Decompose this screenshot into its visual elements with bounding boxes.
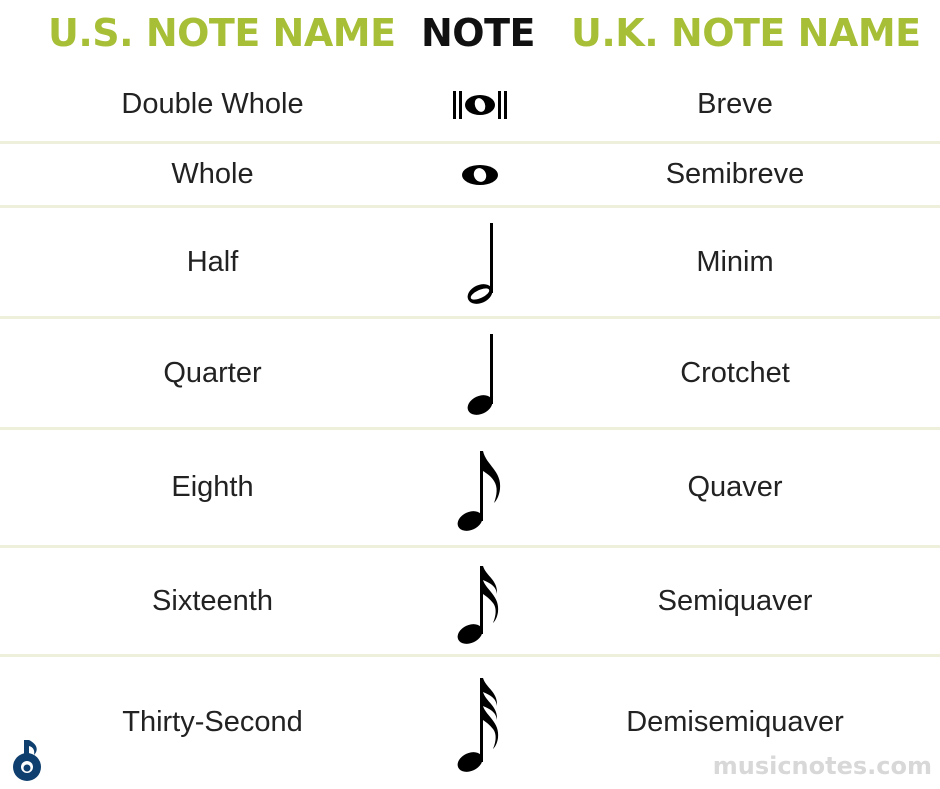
- uk-name-cell: Semiquaver: [657, 584, 813, 617]
- quarter-note-icon: [425, 319, 535, 427]
- whole-note-icon: [425, 144, 535, 205]
- us-note-name-header: U.S. NOTE NAME: [48, 11, 396, 55]
- us-name-cell: Double Whole: [121, 88, 304, 120]
- us-name-cell: Sixteenth: [152, 584, 273, 617]
- uk-note-name-header: U.K. NOTE NAME: [571, 11, 921, 55]
- thirty-second-note-icon: [425, 657, 535, 787]
- us-name-cell: Half: [186, 245, 239, 278]
- eighth-note-icon: [425, 430, 535, 545]
- table-header: U.S. NOTE NAME NOTE U.K. NOTE NAME: [0, 0, 940, 68]
- table-row: Sixteenth Semiquaver: [0, 548, 940, 654]
- us-name-cell: Eighth: [171, 471, 254, 503]
- uk-name-cell: Semibreve: [665, 158, 805, 190]
- uk-name-cell: Breve: [697, 88, 773, 120]
- table-row: Whole Semibreve: [0, 144, 940, 205]
- sixteenth-note-icon: [425, 548, 535, 654]
- musicnotes-logo-icon: [10, 738, 44, 784]
- table-row: Quarter Crotchet: [0, 319, 940, 427]
- us-name-cell: Whole: [171, 158, 254, 190]
- table-row: Eighth Quaver: [0, 430, 940, 545]
- us-name-cell: Thirty-Second: [122, 705, 303, 738]
- note-header: NOTE: [421, 11, 536, 55]
- uk-name-cell: Minim: [696, 245, 774, 278]
- table-row: Double Whole Breve: [0, 68, 940, 141]
- half-note-icon: [425, 208, 535, 316]
- brand-watermark: musicnotes.com: [712, 752, 932, 780]
- table-row: Half Minim: [0, 208, 940, 316]
- double-whole-note-icon: [425, 68, 535, 141]
- uk-name-cell: Quaver: [687, 471, 783, 503]
- uk-name-cell: Crotchet: [680, 356, 790, 389]
- us-name-cell: Quarter: [163, 356, 262, 389]
